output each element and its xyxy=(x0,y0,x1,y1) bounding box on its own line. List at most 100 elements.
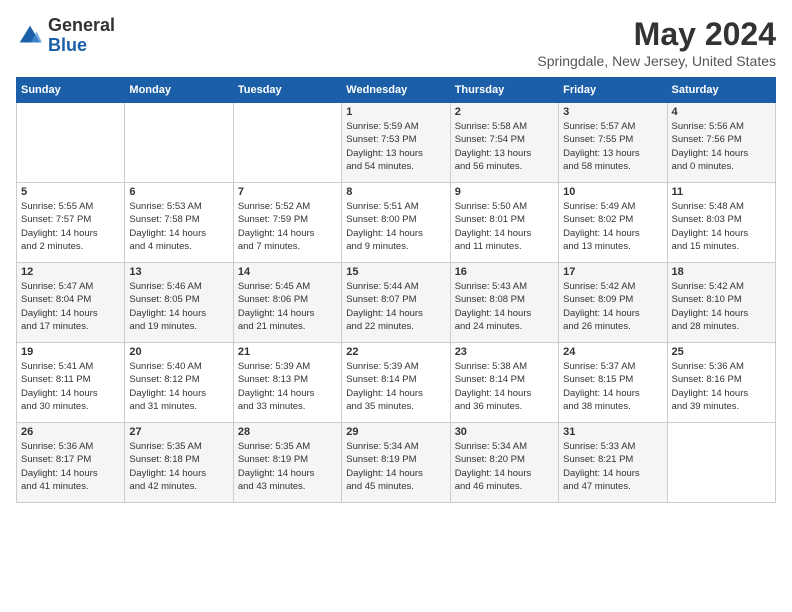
calendar-cell: 30 Sunrise: 5:34 AM Sunset: 8:20 PM Dayli… xyxy=(450,423,558,503)
day-info: Sunrise: 5:33 AM Sunset: 8:21 PM Dayligh… xyxy=(563,440,662,493)
calendar-cell: 9 Sunrise: 5:50 AM Sunset: 8:01 PM Daylig… xyxy=(450,183,558,263)
day-info: Sunrise: 5:44 AM Sunset: 8:07 PM Dayligh… xyxy=(346,280,445,333)
day-info: Sunrise: 5:47 AM Sunset: 8:04 PM Dayligh… xyxy=(21,280,120,333)
day-number: 24 xyxy=(563,346,662,358)
day-number: 10 xyxy=(563,186,662,198)
calendar-cell xyxy=(17,103,125,183)
day-info: Sunrise: 5:53 AM Sunset: 7:58 PM Dayligh… xyxy=(129,200,228,253)
calendar-cell: 31 Sunrise: 5:33 AM Sunset: 8:21 PM Dayli… xyxy=(559,423,667,503)
day-number: 30 xyxy=(455,426,554,438)
day-info: Sunrise: 5:57 AM Sunset: 7:55 PM Dayligh… xyxy=(563,120,662,173)
day-number: 5 xyxy=(21,186,120,198)
calendar-cell: 3 Sunrise: 5:57 AM Sunset: 7:55 PM Daylig… xyxy=(559,103,667,183)
calendar-cell: 12 Sunrise: 5:47 AM Sunset: 8:04 PM Dayli… xyxy=(17,263,125,343)
calendar-cell: 13 Sunrise: 5:46 AM Sunset: 8:05 PM Dayli… xyxy=(125,263,233,343)
logo: General Blue xyxy=(16,16,115,56)
day-info: Sunrise: 5:34 AM Sunset: 8:19 PM Dayligh… xyxy=(346,440,445,493)
calendar-cell xyxy=(667,423,775,503)
calendar-cell: 26 Sunrise: 5:36 AM Sunset: 8:17 PM Dayli… xyxy=(17,423,125,503)
calendar-cell: 21 Sunrise: 5:39 AM Sunset: 8:13 PM Dayli… xyxy=(233,343,341,423)
calendar-cell: 18Sunrise: 5:42 AM Sunset: 8:10 PM Dayli… xyxy=(667,263,775,343)
day-info: Sunrise: 5:59 AM Sunset: 7:53 PM Dayligh… xyxy=(346,120,445,173)
day-info: Sunrise: 5:35 AM Sunset: 8:19 PM Dayligh… xyxy=(238,440,337,493)
day-info: Sunrise: 5:38 AM Sunset: 8:14 PM Dayligh… xyxy=(455,360,554,413)
calendar-cell: 2Sunrise: 5:58 AM Sunset: 7:54 PM Daylig… xyxy=(450,103,558,183)
calendar-table: SundayMondayTuesdayWednesdayThursdayFrid… xyxy=(16,77,776,503)
day-number: 23 xyxy=(455,346,554,358)
calendar-cell xyxy=(125,103,233,183)
day-number: 27 xyxy=(129,426,228,438)
day-number: 21 xyxy=(238,346,337,358)
day-info: Sunrise: 5:36 AM Sunset: 8:17 PM Dayligh… xyxy=(21,440,120,493)
weekday-header-monday: Monday xyxy=(125,78,233,103)
month-year-title: May 2024 xyxy=(537,16,776,53)
day-number: 12 xyxy=(21,266,120,278)
weekday-header-thursday: Thursday xyxy=(450,78,558,103)
day-info: Sunrise: 5:50 AM Sunset: 8:01 PM Dayligh… xyxy=(455,200,554,253)
day-info: Sunrise: 5:58 AM Sunset: 7:54 PM Dayligh… xyxy=(455,120,554,173)
weekday-header-wednesday: Wednesday xyxy=(342,78,450,103)
day-number: 26 xyxy=(21,426,120,438)
week-row-5: 26 Sunrise: 5:36 AM Sunset: 8:17 PM Dayli… xyxy=(17,423,776,503)
page-header: General Blue May 2024 Springdale, New Je… xyxy=(16,16,776,69)
day-number: 22 xyxy=(346,346,445,358)
day-number: 31 xyxy=(563,426,662,438)
day-info: Sunrise: 5:45 AM Sunset: 8:06 PM Dayligh… xyxy=(238,280,337,333)
week-row-2: 5 Sunrise: 5:55 AM Sunset: 7:57 PM Daylig… xyxy=(17,183,776,263)
logo-general-text: General xyxy=(48,15,115,35)
calendar-cell: 28 Sunrise: 5:35 AM Sunset: 8:19 PM Dayli… xyxy=(233,423,341,503)
day-number: 29 xyxy=(346,426,445,438)
calendar-cell: 1 Sunrise: 5:59 AM Sunset: 7:53 PM Daylig… xyxy=(342,103,450,183)
day-number: 9 xyxy=(455,186,554,198)
day-info: Sunrise: 5:34 AM Sunset: 8:20 PM Dayligh… xyxy=(455,440,554,493)
day-info: Sunrise: 5:46 AM Sunset: 8:05 PM Dayligh… xyxy=(129,280,228,333)
location-subtitle: Springdale, New Jersey, United States xyxy=(537,53,776,69)
day-number: 16 xyxy=(455,266,554,278)
day-info: Sunrise: 5:41 AM Sunset: 8:11 PM Dayligh… xyxy=(21,360,120,413)
weekday-header-sunday: Sunday xyxy=(17,78,125,103)
calendar-cell: 5 Sunrise: 5:55 AM Sunset: 7:57 PM Daylig… xyxy=(17,183,125,263)
title-block: May 2024 Springdale, New Jersey, United … xyxy=(537,16,776,69)
day-number: 4 xyxy=(672,106,771,118)
calendar-cell: 15 Sunrise: 5:44 AM Sunset: 8:07 PM Dayli… xyxy=(342,263,450,343)
day-info: Sunrise: 5:39 AM Sunset: 8:14 PM Dayligh… xyxy=(346,360,445,413)
week-row-1: 1 Sunrise: 5:59 AM Sunset: 7:53 PM Daylig… xyxy=(17,103,776,183)
day-info: Sunrise: 5:55 AM Sunset: 7:57 PM Dayligh… xyxy=(21,200,120,253)
calendar-cell: 16 Sunrise: 5:43 AM Sunset: 8:08 PM Dayli… xyxy=(450,263,558,343)
day-number: 3 xyxy=(563,106,662,118)
logo-icon xyxy=(16,22,44,50)
calendar-cell: 20 Sunrise: 5:40 AM Sunset: 8:12 PM Dayli… xyxy=(125,343,233,423)
day-info: Sunrise: 5:40 AM Sunset: 8:12 PM Dayligh… xyxy=(129,360,228,413)
day-number: 8 xyxy=(346,186,445,198)
day-info: Sunrise: 5:56 AM Sunset: 7:56 PM Dayligh… xyxy=(672,120,771,173)
day-number: 15 xyxy=(346,266,445,278)
day-info: Sunrise: 5:42 AM Sunset: 8:09 PM Dayligh… xyxy=(563,280,662,333)
day-number: 1 xyxy=(346,106,445,118)
day-info: Sunrise: 5:37 AM Sunset: 8:15 PM Dayligh… xyxy=(563,360,662,413)
weekday-header-row: SundayMondayTuesdayWednesdayThursdayFrid… xyxy=(17,78,776,103)
calendar-cell: 23 Sunrise: 5:38 AM Sunset: 8:14 PM Dayli… xyxy=(450,343,558,423)
weekday-header-saturday: Saturday xyxy=(667,78,775,103)
weekday-header-tuesday: Tuesday xyxy=(233,78,341,103)
calendar-cell: 14Sunrise: 5:45 AM Sunset: 8:06 PM Dayli… xyxy=(233,263,341,343)
day-number: 20 xyxy=(129,346,228,358)
calendar-cell: 4 Sunrise: 5:56 AM Sunset: 7:56 PM Daylig… xyxy=(667,103,775,183)
day-number: 25 xyxy=(672,346,771,358)
day-number: 13 xyxy=(129,266,228,278)
day-number: 6 xyxy=(129,186,228,198)
calendar-cell: 29 Sunrise: 5:34 AM Sunset: 8:19 PM Dayli… xyxy=(342,423,450,503)
calendar-cell: 19Sunrise: 5:41 AM Sunset: 8:11 PM Dayli… xyxy=(17,343,125,423)
calendar-cell: 6 Sunrise: 5:53 AM Sunset: 7:58 PM Daylig… xyxy=(125,183,233,263)
day-info: Sunrise: 5:43 AM Sunset: 8:08 PM Dayligh… xyxy=(455,280,554,333)
day-info: Sunrise: 5:36 AM Sunset: 8:16 PM Dayligh… xyxy=(672,360,771,413)
day-number: 28 xyxy=(238,426,337,438)
calendar-cell: 7Sunrise: 5:52 AM Sunset: 7:59 PM Daylig… xyxy=(233,183,341,263)
week-row-3: 12 Sunrise: 5:47 AM Sunset: 8:04 PM Dayli… xyxy=(17,263,776,343)
week-row-4: 19Sunrise: 5:41 AM Sunset: 8:11 PM Dayli… xyxy=(17,343,776,423)
day-number: 11 xyxy=(672,186,771,198)
calendar-cell: 27 Sunrise: 5:35 AM Sunset: 8:18 PM Dayli… xyxy=(125,423,233,503)
day-info: Sunrise: 5:39 AM Sunset: 8:13 PM Dayligh… xyxy=(238,360,337,413)
day-info: Sunrise: 5:35 AM Sunset: 8:18 PM Dayligh… xyxy=(129,440,228,493)
day-number: 17 xyxy=(563,266,662,278)
calendar-cell xyxy=(233,103,341,183)
